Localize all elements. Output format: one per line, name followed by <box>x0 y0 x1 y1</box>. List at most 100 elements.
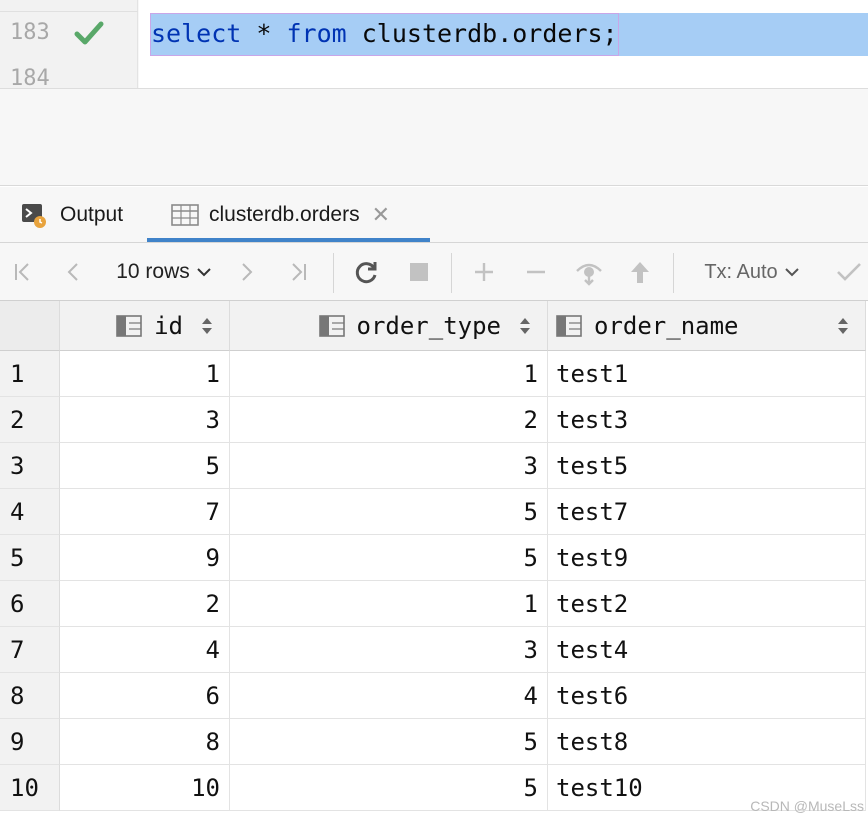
console-output-icon <box>22 204 46 228</box>
cell-id[interactable]: 6 <box>60 673 230 719</box>
keyword-select: select <box>151 19 242 48</box>
panel-splitter[interactable] <box>0 134 868 186</box>
row-number[interactable]: 8 <box>0 673 60 719</box>
table-row[interactable]: 1 1 1 test1 <box>0 351 868 397</box>
cell-order-name[interactable]: test2 <box>548 581 866 627</box>
tab-output-label: Output <box>60 203 124 226</box>
sql-editor[interactable]: 183 184 select * from clusterdb.orders; <box>0 0 868 134</box>
cell-id[interactable]: 5 <box>60 443 230 489</box>
cell-order-type[interactable]: 5 <box>230 489 548 535</box>
active-tab-indicator <box>147 238 430 242</box>
add-row-icon[interactable] <box>468 243 500 301</box>
row-number-header[interactable] <box>0 301 60 351</box>
cell-order-type[interactable]: 3 <box>230 627 548 673</box>
cell-order-name[interactable]: test9 <box>548 535 866 581</box>
table-row[interactable]: 3 5 3 test5 <box>0 443 868 489</box>
cell-order-type[interactable]: 4 <box>230 673 548 719</box>
table-row[interactable]: 8 6 4 test6 <box>0 673 868 719</box>
column-header-id[interactable]: id <box>60 301 230 351</box>
cell-order-name[interactable]: test6 <box>548 673 866 719</box>
cell-id[interactable]: 4 <box>60 627 230 673</box>
cell-order-name[interactable]: test4 <box>548 627 866 673</box>
row-number[interactable]: 6 <box>0 581 60 627</box>
table-row[interactable]: 5 9 5 test9 <box>0 535 868 581</box>
results-toolbar: 10 rows Tx: Auto <box>0 243 868 301</box>
row-number[interactable]: 1 <box>0 351 60 397</box>
column-header-label: order_type <box>356 311 502 340</box>
sort-icon[interactable] <box>837 316 849 336</box>
commit-check-icon[interactable] <box>832 243 866 301</box>
cell-order-name[interactable]: test1 <box>548 351 866 397</box>
transaction-mode-label: Tx: Auto <box>704 260 778 283</box>
cell-order-name[interactable]: test3 <box>548 397 866 443</box>
first-page-icon[interactable] <box>8 243 38 301</box>
sql-statement[interactable]: select * from clusterdb.orders; <box>151 19 618 48</box>
column-header-order-type[interactable]: order_type <box>230 301 548 351</box>
chevron-down-icon <box>784 268 799 277</box>
tab-output[interactable]: Output <box>20 187 123 243</box>
table-row[interactable]: 7 4 3 test4 <box>0 627 868 673</box>
transaction-mode-dropdown[interactable]: Tx: Auto <box>696 243 808 301</box>
row-number[interactable]: 9 <box>0 719 60 765</box>
cell-id[interactable]: 3 <box>60 397 230 443</box>
cell-id[interactable]: 9 <box>60 535 230 581</box>
table-row[interactable]: 9 8 5 test8 <box>0 719 868 765</box>
row-number[interactable]: 7 <box>0 627 60 673</box>
chevron-down-icon <box>197 268 211 277</box>
column-header-label: order_name <box>594 311 739 340</box>
delete-row-icon[interactable] <box>520 243 552 301</box>
cell-order-name[interactable]: test5 <box>548 443 866 489</box>
table-row[interactable]: 4 7 5 test7 <box>0 489 868 535</box>
cell-order-name[interactable]: test8 <box>548 719 866 765</box>
column-icon <box>116 314 142 337</box>
row-number[interactable]: 10 <box>0 765 60 811</box>
cell-id[interactable]: 8 <box>60 719 230 765</box>
column-icon <box>556 314 582 337</box>
check-icon <box>74 21 104 45</box>
toolbar-separator <box>451 253 452 293</box>
column-header-order-name[interactable]: order_name <box>548 301 866 351</box>
cell-id[interactable]: 10 <box>60 765 230 811</box>
submit-arrow-up-icon[interactable] <box>624 243 656 301</box>
cell-order-name[interactable]: test7 <box>548 489 866 535</box>
row-number[interactable]: 3 <box>0 443 60 489</box>
cell-order-type[interactable]: 2 <box>230 397 548 443</box>
stop-icon[interactable] <box>402 243 436 301</box>
table-icon <box>171 204 199 226</box>
refresh-icon[interactable] <box>348 243 384 301</box>
code-area[interactable]: select * from clusterdb.orders; <box>139 0 868 88</box>
cell-id[interactable]: 2 <box>60 581 230 627</box>
cell-order-type[interactable]: 1 <box>230 581 548 627</box>
view-changes-icon[interactable] <box>571 243 607 301</box>
tab-clusterdb-orders[interactable]: clusterdb.orders ✕ <box>147 187 430 243</box>
table-row[interactable]: 2 3 2 test3 <box>0 397 868 443</box>
table-reference: clusterdb.orders; <box>346 19 618 48</box>
cell-id[interactable]: 7 <box>60 489 230 535</box>
cell-order-type[interactable]: 5 <box>230 535 548 581</box>
keyword-from: from <box>286 19 347 48</box>
sort-icon[interactable] <box>519 316 531 336</box>
cell-order-type[interactable]: 5 <box>230 719 548 765</box>
line-number: 183 <box>10 20 50 45</box>
previous-page-icon[interactable] <box>58 243 88 301</box>
next-page-icon[interactable] <box>232 243 262 301</box>
rows-count-label: 10 rows <box>116 260 190 283</box>
table-row[interactable]: 10 10 5 test10 <box>0 765 868 811</box>
sort-icon[interactable] <box>201 316 213 336</box>
row-number[interactable]: 4 <box>0 489 60 535</box>
table-row[interactable]: 6 2 1 test2 <box>0 581 868 627</box>
page-size-dropdown[interactable]: 10 rows <box>108 243 220 301</box>
row-number[interactable]: 5 <box>0 535 60 581</box>
editor-scroll-area <box>0 88 868 134</box>
column-header-label: id <box>154 311 183 340</box>
close-icon[interactable]: ✕ <box>372 202 390 228</box>
cell-id[interactable]: 1 <box>60 351 230 397</box>
column-icon <box>318 314 345 337</box>
gutter-divider <box>0 0 138 12</box>
cell-order-type[interactable]: 5 <box>230 765 548 811</box>
last-page-icon[interactable] <box>283 243 313 301</box>
cell-order-type[interactable]: 1 <box>230 351 548 397</box>
toolbar-separator <box>673 253 674 293</box>
cell-order-type[interactable]: 3 <box>230 443 548 489</box>
row-number[interactable]: 2 <box>0 397 60 443</box>
